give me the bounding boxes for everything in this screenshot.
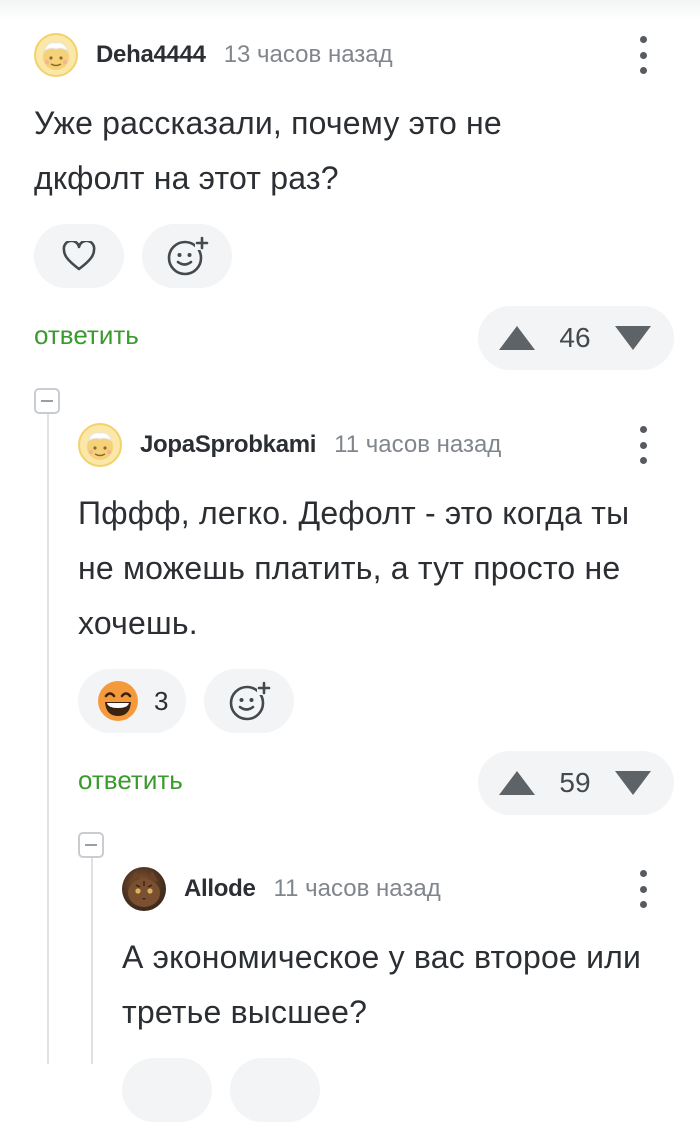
rating-control: 59 [478,751,674,815]
rating-control: 46 [478,306,674,370]
username[interactable]: Deha4444 [96,41,206,69]
heart-icon [62,241,96,271]
add-reaction-button[interactable] [142,224,232,288]
more-vertical-icon[interactable] [638,870,648,908]
comment-header: JopaSprobkami 11 часов назад [78,420,674,470]
upvote-icon[interactable] [498,770,536,796]
comment-footer: ответить 59 [78,751,674,815]
downvote-icon[interactable] [614,325,652,351]
reply-button[interactable]: ответить [78,765,183,796]
timestamp[interactable]: 13 часов назад [224,41,393,69]
upvote-icon[interactable] [498,325,536,351]
cat-avatar-icon [128,871,160,907]
reaction-grin[interactable]: 3 [78,669,187,733]
downvote-icon[interactable] [614,770,652,796]
thread-line-level-2[interactable] [91,856,93,1064]
comment-text: Пффф, легко. Дефолт - это когда ты не мо… [78,495,630,641]
avatar[interactable] [122,867,166,911]
timestamp[interactable]: 11 часов назад [334,431,501,459]
comment: Deha4444 13 часов назад Уже рассказали, … [34,30,674,370]
timestamp[interactable]: 11 часов назад [274,875,441,903]
comment-text: Уже рассказали, почему это не дкфолт на … [34,105,502,196]
grinning-emoji-icon [98,681,138,721]
reactions-row [122,1058,674,1122]
add-reaction-icon [230,681,272,721]
add-reaction-button[interactable] [230,1058,320,1122]
add-reaction-button[interactable] [204,669,295,733]
reactions-row [34,224,674,288]
reply-button[interactable]: ответить [34,320,139,351]
thread-line-level-1[interactable] [47,412,49,1064]
more-vertical-icon[interactable] [638,426,648,464]
default-avatar-icon [42,42,70,70]
reaction-count: 3 [154,685,169,716]
reactions-row: 3 [78,669,674,733]
comment-text: А экономическое у вас второе или третье … [122,939,642,1030]
username[interactable]: Allode [184,875,256,903]
rating-score: 46 [559,322,591,353]
avatar[interactable] [78,423,122,467]
default-avatar-icon [86,432,114,460]
avatar[interactable] [34,33,78,77]
collapse-thread-button[interactable] [78,832,104,858]
comment-reply: Allode 11 часов назад А экономическое у … [122,864,674,1122]
username[interactable]: JopaSprobkami [140,431,316,459]
like-button[interactable] [122,1058,212,1122]
rating-score: 59 [559,767,591,798]
collapse-thread-icon [41,400,53,402]
collapse-thread-button[interactable] [34,388,60,414]
collapse-thread-icon [85,844,97,846]
more-vertical-icon[interactable] [638,36,648,74]
top-fade [0,0,700,20]
comment-header: Deha4444 13 часов назад [34,30,674,80]
add-reaction-icon [167,236,209,276]
comment-reply: JopaSprobkami 11 часов назад Пффф, легко… [78,420,674,815]
comment-header: Allode 11 часов назад [122,864,674,914]
comment-footer: ответить 46 [34,306,674,370]
like-button[interactable] [34,224,124,288]
